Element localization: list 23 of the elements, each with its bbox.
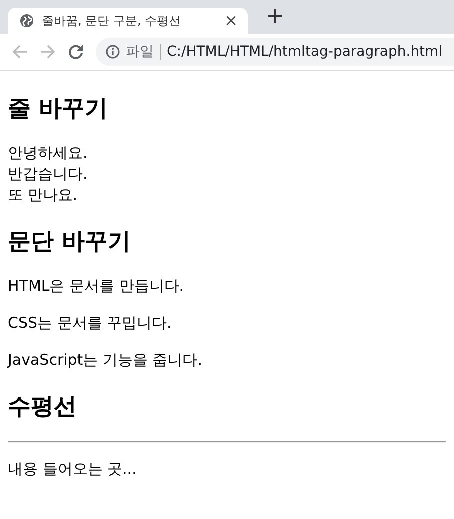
address-bar[interactable]: 파일 C:/HTML/HTML/htmltag-paragraph.html (96, 38, 454, 66)
paragraph: HTML은 문서를 만듭니다. (8, 276, 186, 297)
scheme-label: 파일 (126, 42, 154, 62)
section-heading: 문단 바꾸기 (8, 228, 132, 256)
back-button[interactable] (12, 44, 28, 60)
reload-icon (68, 44, 84, 60)
info-icon (106, 45, 120, 59)
tab-title: 줄바꿈, 문단 구분, 수평선 (42, 13, 182, 30)
url-text: C:/HTML/HTML/htmltag-paragraph.html (167, 42, 443, 62)
section-heading: 수평선 (8, 393, 78, 421)
globe-icon (20, 14, 34, 28)
close-tab-button[interactable]: × (224, 13, 238, 29)
reload-button[interactable] (68, 44, 84, 60)
back-icon (12, 44, 28, 60)
forward-icon (40, 44, 56, 60)
paragraph: CSS는 문서를 꾸밉니다. (8, 313, 173, 334)
browser-tab[interactable]: 줄바꿈, 문단 구분, 수평선 × (8, 8, 248, 34)
paragraph: JavaScript는 기능을 줍니다. (8, 350, 204, 371)
forward-button[interactable] (40, 44, 56, 60)
paragraph: 안녕하세요. 반갑습니다. 또 만나요. (8, 143, 89, 206)
section-heading: 줄 바꾸기 (8, 95, 110, 123)
paragraph: 내용 들어오는 곳... (8, 459, 138, 480)
new-tab-button[interactable]: + (266, 6, 284, 30)
